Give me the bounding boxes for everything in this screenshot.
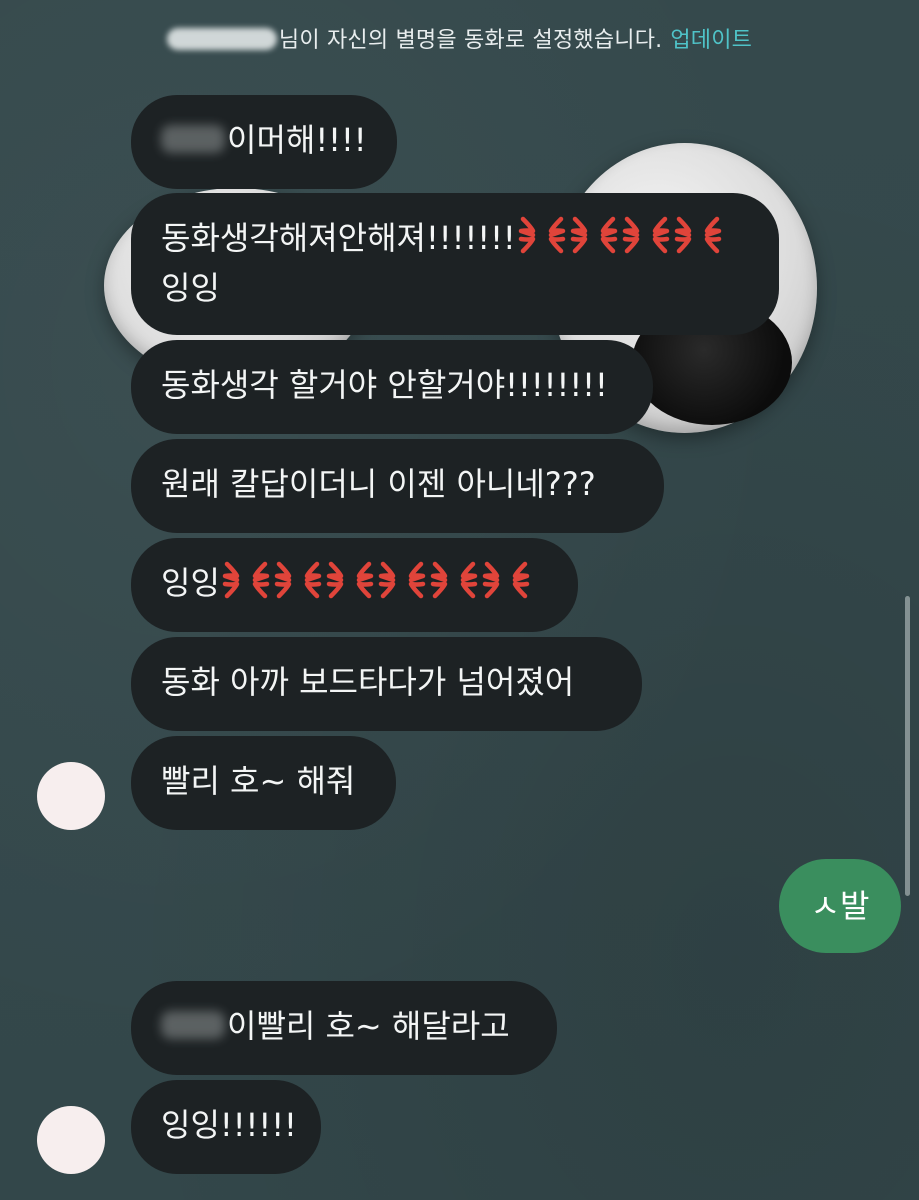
- my-message-bubble[interactable]: ㅅ발: [779, 859, 901, 953]
- anger-symbol-icon: [622, 216, 670, 254]
- redacted-name: [166, 28, 277, 50]
- message-text: 잉잉: [161, 564, 220, 602]
- update-link[interactable]: 업데이트: [670, 28, 752, 53]
- anger-symbol-icon: [482, 561, 530, 599]
- message-text: 원래 칼답이더니 이젠 아니네???: [161, 465, 596, 503]
- message-text: 잉잉: [161, 269, 220, 307]
- scrollbar[interactable]: [905, 596, 910, 896]
- anger-emoji-row: [220, 561, 532, 602]
- message-bubble[interactable]: 이빨리 호~ 해달라고: [131, 981, 557, 1075]
- redacted-name: [161, 1011, 225, 1039]
- system-notice: 님이 자신의 별명을 동화로 설정했습니다. 업데이트: [0, 22, 919, 54]
- avatar[interactable]: [37, 1106, 105, 1174]
- anger-symbol-icon: [674, 216, 722, 254]
- message-text: 동화 아까 보드타다가 넘어졌어: [161, 663, 575, 701]
- message-bubble[interactable]: 동화생각 할거야 안할거야!!!!!!!!: [131, 340, 653, 434]
- anger-symbol-icon: [518, 216, 566, 254]
- message-text: 이빨리 호~ 해달라고: [227, 1007, 510, 1045]
- redacted-name: [161, 125, 225, 153]
- avatar[interactable]: [37, 762, 105, 830]
- message-text: 빨리 호~ 해줘: [161, 762, 356, 800]
- anger-symbol-icon: [326, 561, 374, 599]
- message-bubble[interactable]: 잉잉: [131, 538, 578, 632]
- message-bubble[interactable]: 동화생각해져안해져!!!!!!! 잉잉: [131, 193, 779, 335]
- anger-symbol-icon: [274, 561, 322, 599]
- anger-symbol-icon: [570, 216, 618, 254]
- message-bubble[interactable]: 빨리 호~ 해줘: [131, 736, 396, 830]
- message-text: 이머해!!!!: [227, 121, 367, 159]
- anger-emoji-row: [516, 216, 724, 257]
- message-text: 잉잉!!!!!!: [161, 1106, 297, 1144]
- message-bubble[interactable]: 원래 칼답이더니 이젠 아니네???: [131, 439, 664, 533]
- notice-text: 님이 자신의 별명을 동화로 설정했습니다.: [278, 28, 663, 53]
- message-text: 동화생각 할거야 안할거야!!!!!!!!: [161, 366, 608, 404]
- message-bubble[interactable]: 잉잉!!!!!!: [131, 1080, 321, 1174]
- message-text: ㅅ발: [810, 887, 870, 925]
- anger-symbol-icon: [430, 561, 478, 599]
- message-bubble[interactable]: 동화 아까 보드타다가 넘어졌어: [131, 637, 642, 731]
- message-bubble[interactable]: 이머해!!!!: [131, 95, 397, 189]
- message-text: 동화생각해져안해져!!!!!!!: [161, 219, 516, 257]
- anger-symbol-icon: [222, 561, 270, 599]
- anger-symbol-icon: [378, 561, 426, 599]
